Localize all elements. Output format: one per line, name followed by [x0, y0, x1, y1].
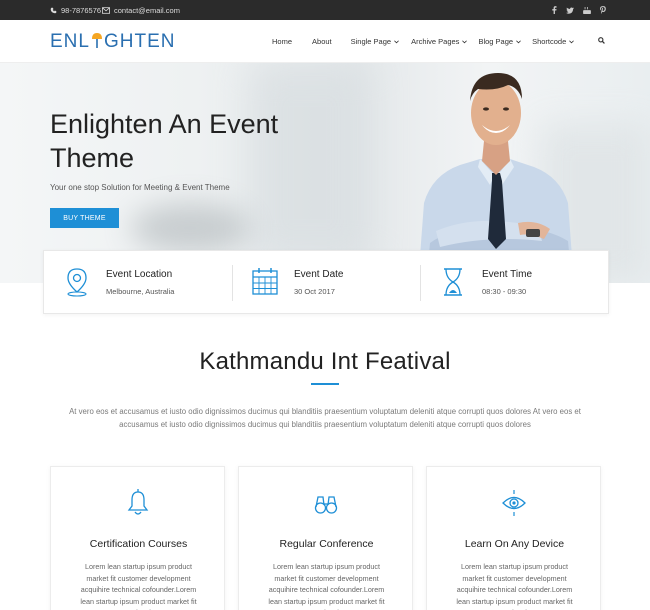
- nav-home[interactable]: Home: [272, 37, 292, 46]
- event-date-title: Event Date: [294, 269, 344, 280]
- envelope-icon: [102, 6, 110, 14]
- event-info-strip: Event Location Melbourne, Australia Even…: [43, 250, 609, 314]
- feature-card-device[interactable]: Learn On Any Device Lorem lean startup i…: [426, 466, 601, 610]
- nav-about[interactable]: About: [312, 37, 332, 46]
- nav-home-label: Home: [272, 37, 293, 46]
- nav-single-page[interactable]: Single Page: [351, 37, 399, 46]
- nav-shortcode[interactable]: Shortcode: [532, 37, 575, 46]
- facebook-icon[interactable]: [552, 6, 557, 14]
- feature-card-conference[interactable]: Regular Conference Lorem lean startup ip…: [238, 466, 413, 610]
- eye-icon: [502, 489, 526, 517]
- binoculars-icon: [314, 489, 338, 517]
- pinterest-icon[interactable]: [600, 6, 606, 14]
- section-description-line-1: At vero eos et accusamus et iusto odio d…: [69, 407, 581, 416]
- logo-text-left: ENL: [50, 31, 90, 52]
- feature-card-title: Certification Courses: [89, 538, 188, 550]
- event-time-title: Event Time: [482, 269, 533, 280]
- primary-menu: Home About Single Page Archive Pages Blo…: [272, 20, 606, 63]
- feature-card-title: Regular Conference: [279, 538, 374, 550]
- event-time-value: 08:30 - 09:30: [482, 287, 527, 296]
- site-logo[interactable]: ENL GHTEN: [50, 31, 175, 53]
- nav-shortcode-label: Shortcode: [532, 37, 567, 46]
- event-date-value: 30 Oct 2017: [294, 287, 335, 296]
- calendar-icon: [251, 267, 279, 297]
- background-glasses-blur: [130, 203, 250, 253]
- section-underline: [311, 383, 339, 385]
- feature-card-title: Learn On Any Device: [464, 538, 565, 550]
- event-location-card: Event Location Melbourne, Australia: [44, 251, 232, 315]
- feature-card-certification[interactable]: Certification Courses Lorem lean startup…: [50, 466, 225, 610]
- bell-icon: [126, 489, 150, 517]
- hourglass-icon: [439, 267, 467, 297]
- twitter-icon[interactable]: [566, 6, 574, 14]
- nav-single-page-label: Single Page: [350, 37, 392, 46]
- nav-about-label: About: [312, 37, 332, 46]
- event-location-value: Melbourne, Australia: [106, 287, 175, 296]
- buy-theme-button[interactable]: BUY THEME: [50, 208, 119, 228]
- event-location-title: Event Location: [106, 269, 173, 280]
- search-button[interactable]: [598, 37, 606, 46]
- youtube-icon[interactable]: [583, 6, 591, 14]
- nav-blog-page[interactable]: Blog Page: [478, 37, 521, 46]
- phone-number: 98-7876576: [61, 5, 102, 15]
- email-contact[interactable]: contact@email.com: [102, 0, 180, 20]
- email-address: contact@email.com: [114, 5, 180, 15]
- feature-card-text: Lorem lean startup ipsum product market …: [268, 562, 385, 610]
- feature-card-text: Lorem lean startup ipsum product market …: [456, 562, 573, 610]
- nav-archive-pages-label: Archive Pages: [411, 37, 460, 46]
- nav-blog-page-label: Blog Page: [478, 37, 514, 46]
- chevron-down-icon: [462, 37, 468, 46]
- phone-contact[interactable]: 98-7876576: [50, 0, 101, 20]
- section-description: At vero eos et accusamus et iusto odio d…: [55, 406, 595, 431]
- bulb-icon: [90, 30, 104, 54]
- feature-cards: Certification Courses Lorem lean startup…: [50, 466, 602, 610]
- section-description-line-2: accusamus et iusto odio dignissimos duci…: [119, 419, 531, 429]
- event-time-card: Event Time 08:30 - 09:30: [420, 251, 608, 315]
- event-date-card: Event Date 30 Oct 2017: [232, 251, 420, 315]
- section-title: Kathmandu Int Featival: [199, 348, 451, 375]
- chevron-down-icon: [569, 37, 575, 46]
- location-pin-icon: [63, 267, 91, 297]
- phone-icon: [50, 7, 57, 14]
- feature-card-text: Lorem lean startup ipsum product market …: [80, 562, 197, 610]
- nav-archive-pages[interactable]: Archive Pages: [411, 37, 468, 46]
- hero-subtitle: Your one stop Solution for Meeting & Eve…: [50, 183, 230, 192]
- chevron-down-icon: [394, 37, 399, 46]
- search-icon: [598, 37, 606, 46]
- logo-text-right: GHTEN: [103, 31, 176, 52]
- chevron-down-icon: [516, 37, 521, 46]
- main-navbar: ENL GHTEN Home About Single Page Archive…: [0, 20, 650, 63]
- top-bar: 98-7876576 contact@email.com: [0, 0, 650, 20]
- social-links: [552, 0, 606, 20]
- hero-title: Enlighten An Event Theme: [50, 109, 279, 173]
